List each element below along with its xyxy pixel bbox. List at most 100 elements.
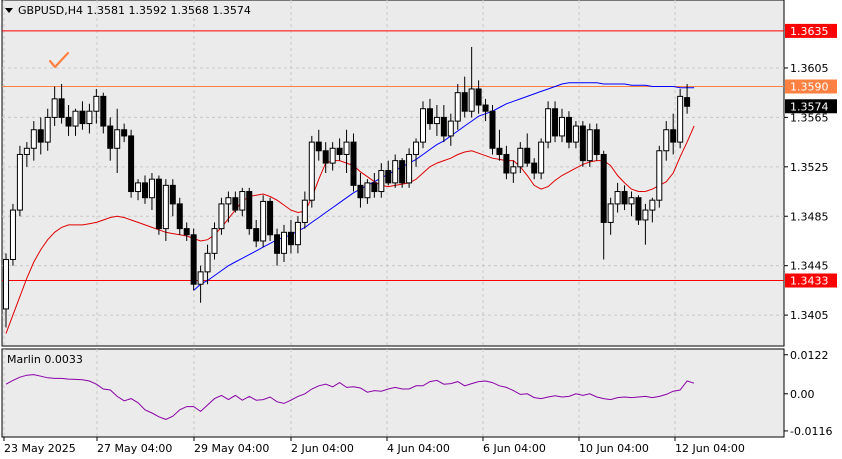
candle — [489, 105, 496, 155]
candle-body-bear — [128, 135, 135, 193]
candle-body-bull — [510, 166, 517, 174]
candle-body-bull — [364, 182, 371, 199]
candle-body-bear — [461, 92, 468, 112]
candle-body-bull — [148, 178, 155, 199]
candle-body-bear — [371, 182, 378, 193]
candle-body-bull — [225, 197, 232, 205]
x-tick-label: 6 Jun 04:00 — [483, 442, 546, 455]
candle-body-bear — [58, 98, 65, 118]
candle-body-bull — [162, 184, 169, 230]
candle-body-bull — [3, 259, 9, 310]
candle-body-bear — [79, 110, 86, 125]
candle — [308, 135, 315, 208]
candle-body-bull — [308, 141, 315, 201]
candle-body-bear — [600, 153, 607, 223]
candle-body-bull — [72, 110, 79, 127]
candle-body-bear — [440, 116, 447, 137]
candle-body-bull — [197, 271, 204, 285]
candle-body-bear — [399, 160, 406, 184]
candle — [155, 175, 162, 235]
candle-body-bull — [51, 98, 58, 118]
candle-body-bear — [315, 141, 322, 152]
candle-body-bull — [204, 252, 211, 273]
candle-body-bull — [343, 141, 350, 155]
candle-body-bear — [635, 197, 642, 221]
candle — [586, 123, 593, 167]
candle — [267, 197, 274, 241]
candle-body-bear — [350, 141, 357, 186]
x-tick-label: 29 May 04:00 — [194, 442, 269, 455]
candle-body-bull — [447, 120, 454, 137]
candle-body-bear — [621, 191, 628, 205]
candle-body-bull — [392, 160, 399, 184]
candle-body-bear — [482, 104, 489, 112]
candle-body-bear — [142, 182, 148, 199]
candle-body-bull — [30, 129, 37, 149]
candle-body-bull — [281, 231, 287, 254]
candle-body-bear — [287, 231, 294, 246]
candle — [399, 158, 406, 188]
x-tick-label: 10 Jun 04:00 — [579, 442, 649, 455]
candle-body-bull — [538, 141, 545, 174]
candle-body-bear — [565, 116, 572, 143]
candle-body-bull — [260, 200, 267, 242]
candle-body-bull — [294, 221, 301, 246]
candle-body-bear — [274, 234, 281, 254]
x-tick-label: 2 Jun 04:00 — [291, 442, 354, 455]
candle-body-bull — [628, 197, 635, 205]
candle-body-bear — [552, 108, 559, 137]
candle-body-bull — [586, 129, 593, 162]
candle-body-bull — [413, 141, 420, 155]
candle-body-bull — [468, 88, 475, 112]
candle-body-bull — [301, 199, 308, 223]
candle-body-bear — [253, 228, 260, 242]
candle-body-bear — [100, 95, 107, 127]
price-chart[interactable]: 1.36351.35901.34331.3574 1.34051.34451.3… — [0, 0, 842, 459]
symbol-ohlc-label: GBPUSD,H4 1.3581 1.3592 1.3568 1.3574 — [18, 4, 251, 17]
candle-body-bear — [670, 129, 677, 143]
candle — [190, 228, 197, 291]
candle-body-bull — [607, 203, 614, 223]
candle-body-bear — [176, 203, 183, 230]
candle-body-bull — [114, 129, 121, 149]
candle — [420, 101, 426, 149]
candle-body-bull — [211, 228, 218, 254]
candle-body-bull — [545, 108, 552, 143]
candle-body-bull — [642, 209, 649, 221]
time-axis: 23 May 2025 27 May 04:00 29 May 04:00 2 Jun… — [3, 437, 745, 455]
candle — [579, 121, 586, 167]
candle-body-bear — [357, 184, 364, 199]
candle-body-bear — [322, 150, 329, 164]
candle-body-bear — [65, 116, 72, 127]
oscillator-axis: 0.0122 0.00 -0.0116 — [784, 349, 832, 438]
candle-body-bear — [169, 184, 176, 205]
candle — [545, 101, 552, 149]
candle-body-bear — [267, 200, 274, 236]
candle-body-bear — [475, 88, 482, 106]
candle-body-bull — [93, 95, 100, 112]
level-tag-label: 1.3590 — [790, 81, 829, 94]
candle-body-bear — [496, 147, 503, 155]
indicator-plot-area[interactable] — [1, 348, 785, 438]
candle-body-bear — [385, 170, 392, 184]
candle-body-bull — [44, 116, 51, 143]
level-tag-label: 1.3433 — [790, 275, 829, 288]
candle-body-bull — [454, 92, 461, 122]
candle-body-bear — [107, 125, 114, 149]
candle-body-bull — [559, 116, 565, 137]
candle-body-bull — [135, 182, 142, 193]
candle — [656, 145, 663, 208]
candle — [260, 195, 267, 248]
x-tick-label: 23 May 2025 — [4, 442, 76, 455]
candle — [406, 148, 413, 188]
candle-body-bear — [37, 129, 44, 143]
y-tick-label: 1.3485 — [790, 210, 829, 223]
candle-body-bear — [579, 125, 586, 162]
candle-body-bear — [121, 129, 128, 137]
y-tick-label: 1.3605 — [790, 62, 829, 75]
osc-tick-label: 0.00 — [790, 388, 815, 401]
candle — [538, 138, 545, 180]
y-tick-label: 1.3565 — [790, 111, 829, 124]
candle — [677, 88, 684, 149]
candle-body-bull — [329, 147, 336, 164]
